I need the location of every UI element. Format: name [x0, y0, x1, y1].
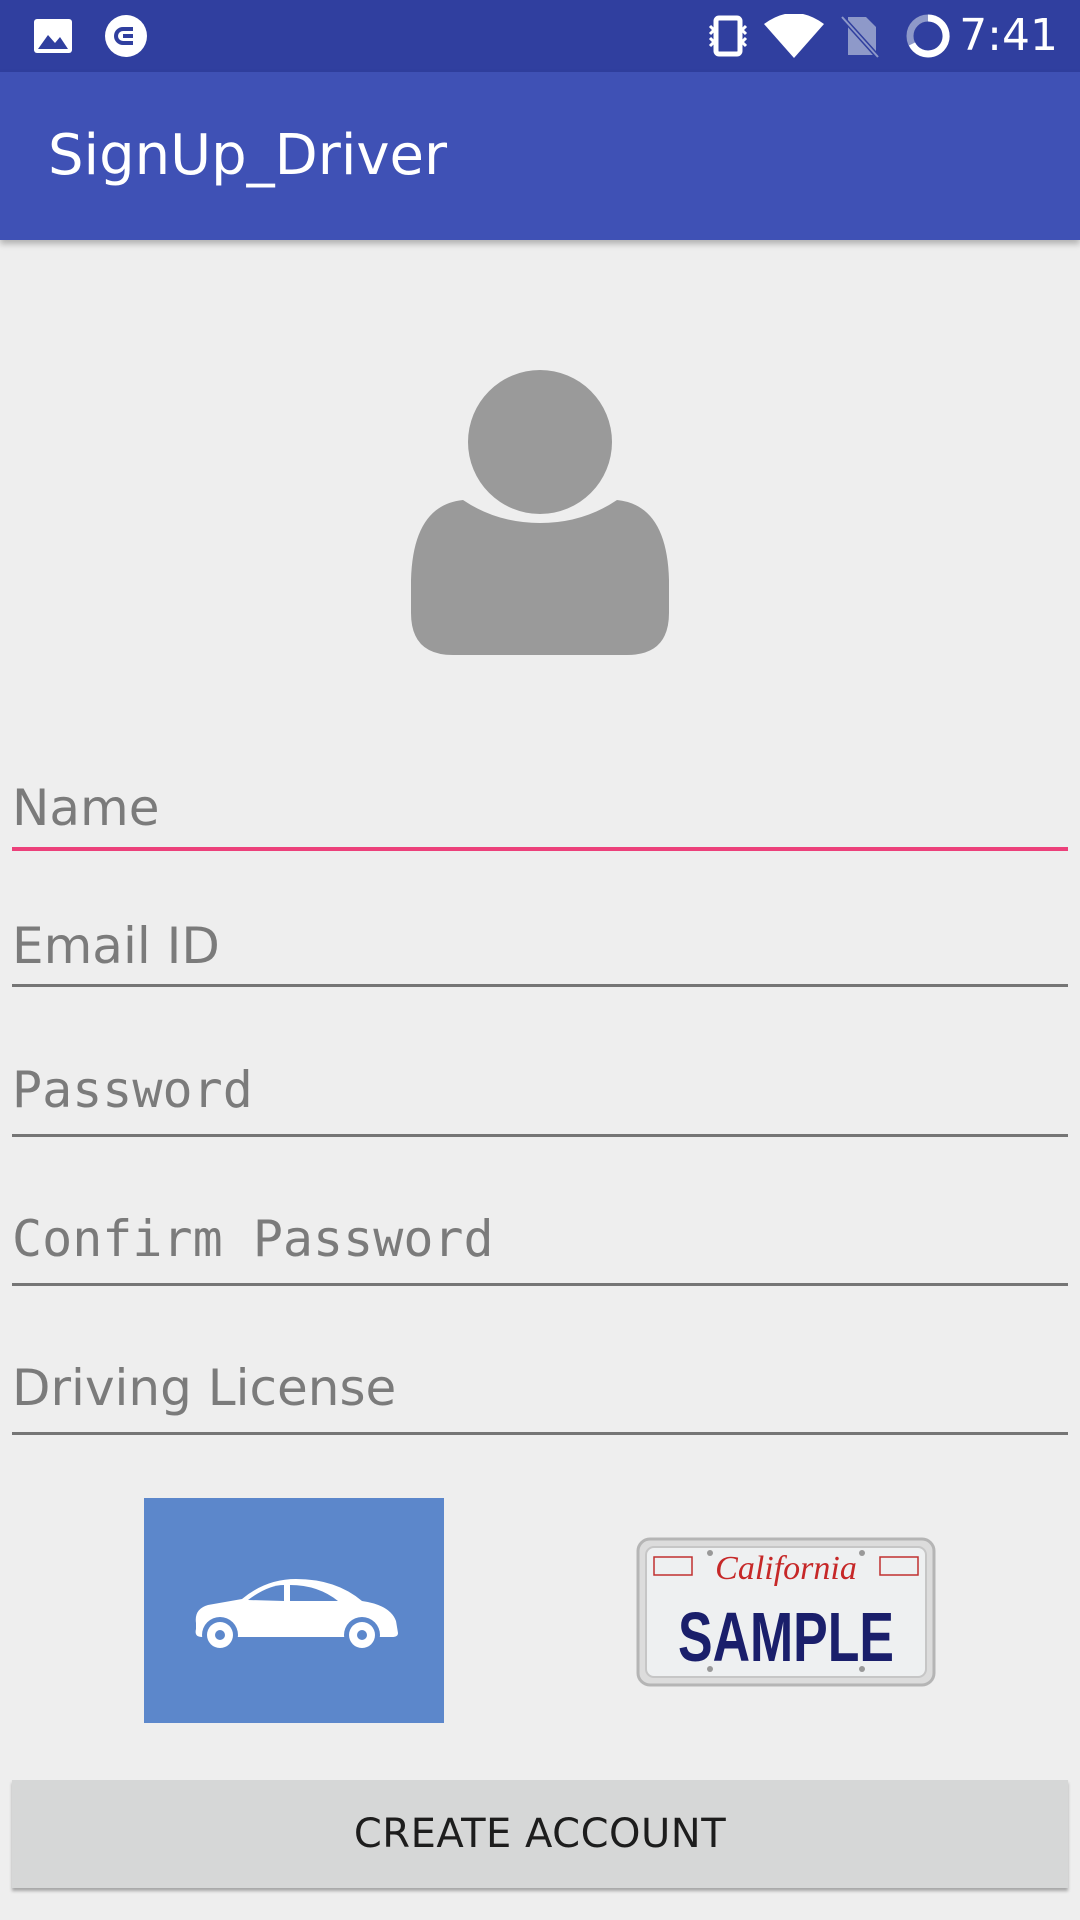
vibrate-icon [708, 14, 748, 58]
email-input[interactable] [12, 910, 1068, 982]
wifi-icon [764, 14, 824, 58]
password-field [12, 1054, 1068, 1138]
user-avatar-icon [411, 370, 669, 655]
driving-license-input[interactable] [12, 1352, 1068, 1424]
confirm-password-input[interactable] [12, 1203, 1068, 1275]
car-icon [195, 1578, 398, 1651]
driving-license-field [12, 1352, 1068, 1436]
license-plate-photo-button[interactable]: California SAMPLE [636, 1537, 936, 1687]
page-title: SignUp_Driver [48, 123, 447, 188]
app-bar: SignUp_Driver [0, 72, 1080, 240]
plate-state: California [715, 1550, 857, 1587]
confirm-password-field [12, 1203, 1068, 1287]
password-underline [12, 1134, 1068, 1137]
image-icon [32, 14, 74, 58]
name-underline [12, 847, 1068, 851]
plate-number: SAMPLE [678, 1598, 894, 1676]
confirm-password-underline [12, 1283, 1068, 1286]
create-account-button[interactable]: CREATE ACCOUNT [12, 1780, 1068, 1888]
status-time: 7:41 [959, 10, 1058, 61]
email-underline [12, 984, 1068, 987]
no-sim-icon [840, 14, 880, 59]
name-field [12, 772, 1068, 854]
driving-license-underline [12, 1432, 1068, 1435]
name-input[interactable] [12, 772, 1068, 844]
email-field [12, 910, 1068, 990]
cast-badge-icon [104, 14, 148, 58]
vehicle-photo-button[interactable] [144, 1498, 444, 1723]
password-input[interactable] [12, 1054, 1068, 1126]
status-bar: 7:41 [0, 0, 1080, 72]
profile-photo-picker[interactable] [405, 365, 675, 655]
battery-charging-icon [904, 14, 952, 58]
